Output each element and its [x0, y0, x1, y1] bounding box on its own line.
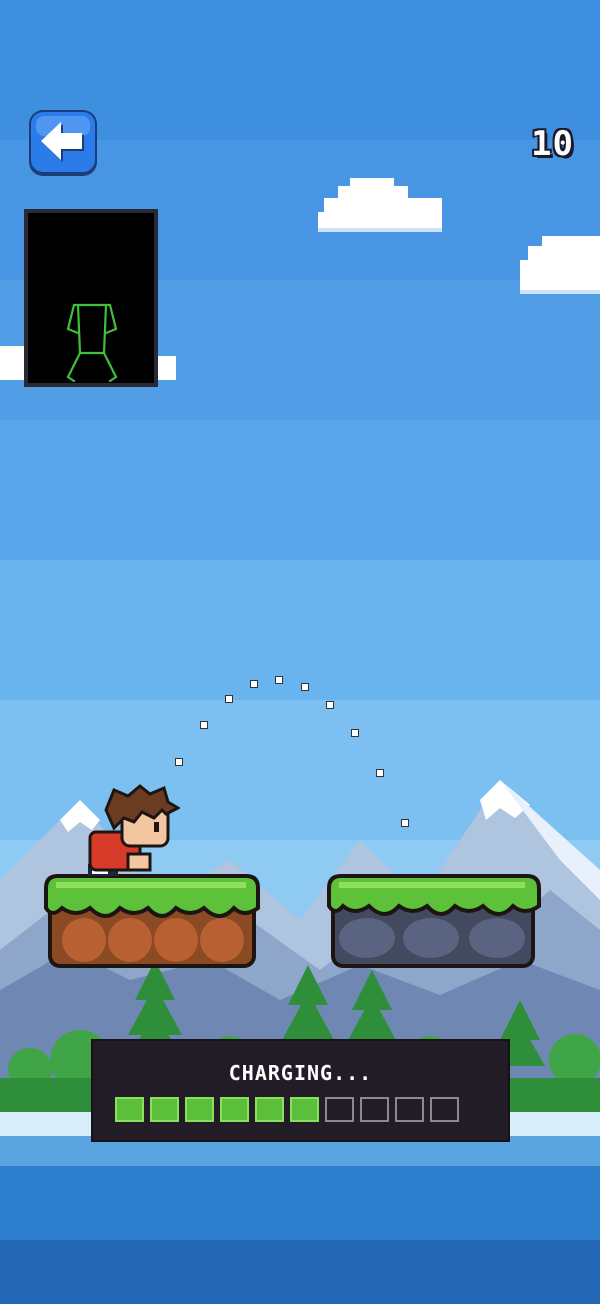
charge-cell-filled [220, 1097, 249, 1122]
charge-cell-empty [395, 1097, 424, 1122]
charge-label: CHARGING... [228, 1061, 373, 1085]
trajectory-dot [326, 701, 334, 709]
cloud [318, 178, 442, 234]
stick-figure-pose-icon [66, 303, 118, 383]
trajectory-dot [351, 729, 359, 737]
platform-stone [327, 874, 541, 968]
charge-cell-filled [185, 1097, 214, 1122]
cloud [520, 236, 600, 298]
charge-cell-filled [255, 1097, 284, 1122]
sky-band [0, 420, 600, 560]
trajectory-dot [275, 676, 283, 684]
charge-cell-filled [150, 1097, 179, 1122]
arrow-left-icon [29, 110, 97, 176]
charge-meter-panel: CHARGING... [91, 1039, 510, 1142]
charge-meter [115, 1097, 459, 1126]
back-button[interactable] [26, 107, 100, 179]
charge-cell-empty [430, 1097, 459, 1122]
score-counter: 10 [531, 124, 574, 164]
water-deep [0, 1240, 600, 1304]
sky-band [0, 560, 600, 700]
trajectory-dot [250, 680, 258, 688]
charge-cell-empty [325, 1097, 354, 1122]
trajectory-dot [225, 695, 233, 703]
trajectory-dot [401, 819, 409, 827]
trajectory-dot [200, 721, 208, 729]
charge-cell-filled [115, 1097, 144, 1122]
trajectory-dot [175, 758, 183, 766]
player-character [88, 784, 180, 876]
platform-dirt [44, 874, 260, 968]
charge-cell-filled [290, 1097, 319, 1122]
pose-camera-preview [24, 209, 158, 387]
charge-cell-empty [360, 1097, 389, 1122]
trajectory-dot [301, 683, 309, 691]
trajectory-dot [376, 769, 384, 777]
